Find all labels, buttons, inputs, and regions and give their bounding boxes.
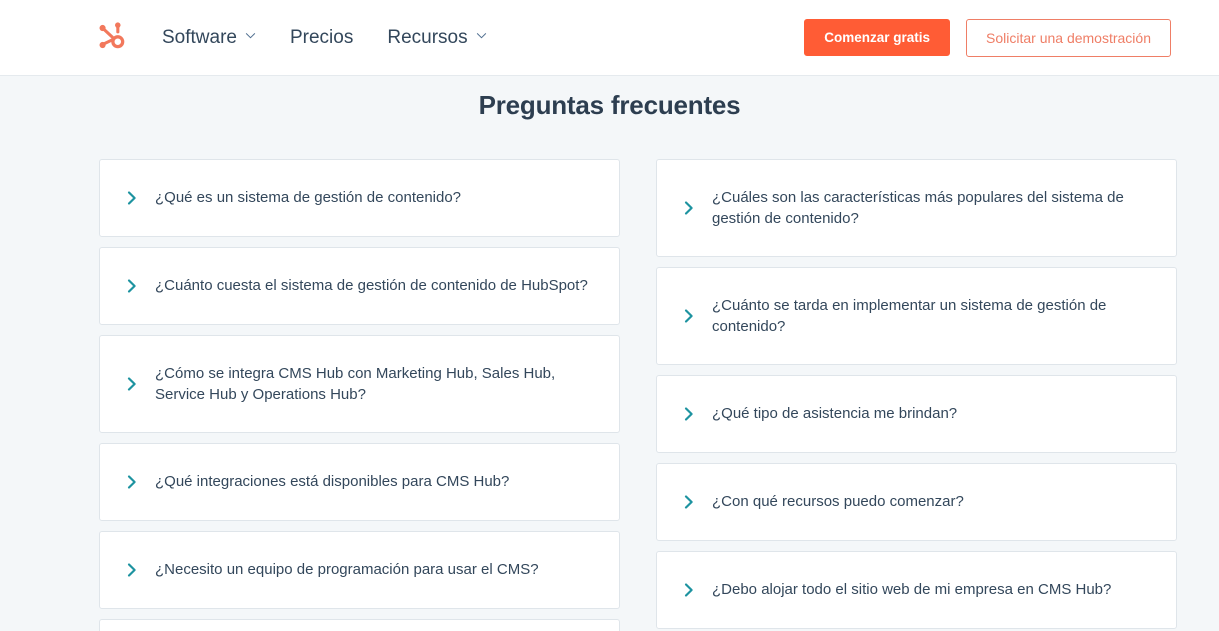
faq-item[interactable]: ¿Cuánto cuesta el sistema de gestión de … — [99, 247, 620, 325]
nav-item-recursos[interactable]: Recursos — [387, 28, 486, 47]
site-header: Software Precios Recursos Comenzar grati… — [0, 0, 1219, 76]
chevron-right-icon — [681, 200, 697, 216]
faq-item[interactable]: ¿Qué es un sistema de gestión de conteni… — [99, 159, 620, 237]
faq-columns: ¿Qué es un sistema de gestión de conteni… — [0, 121, 1219, 631]
faq-column-left: ¿Qué es un sistema de gestión de conteni… — [99, 159, 620, 631]
nav-item-software[interactable]: Software — [162, 28, 256, 47]
nav-item-precios-label: Precios — [289, 27, 354, 48]
nav-item-precios[interactable]: Precios — [290, 28, 353, 47]
faq-item[interactable]: ¿Necesito un equipo de programación para… — [99, 531, 620, 609]
faq-column-right: ¿Cuáles son las características más popu… — [656, 159, 1177, 631]
faq-item[interactable]: ¿Cuánto se tarda en implementar un siste… — [656, 267, 1177, 365]
faq-item[interactable]: ¿Cómo se integra CMS Hub con Marketing H… — [99, 335, 620, 433]
chevron-right-icon — [124, 190, 140, 206]
faq-question-text: ¿Cuáles son las características más popu… — [712, 188, 1124, 227]
faq-question-text: ¿Cuánto se tarda en implementar un siste… — [712, 296, 1107, 335]
main-navigation: Software Precios Recursos — [162, 28, 487, 47]
chevron-right-icon — [124, 376, 140, 392]
chevron-right-icon — [124, 278, 140, 294]
faq-question-text: ¿Qué integraciones está disponibles para… — [155, 473, 510, 491]
faq-item[interactable]: ¿Qué tipo de asistencia me brindan? — [656, 375, 1177, 453]
faq-item[interactable]: ¿Cuáles son las características más popu… — [656, 159, 1177, 257]
faq-question-text: ¿Debo alojar todo el sitio web de mi emp… — [712, 581, 1112, 599]
chevron-down-icon — [245, 30, 256, 41]
chevron-right-icon — [681, 494, 697, 510]
faq-question-text: ¿Cuánto cuesta el sistema de gestión de … — [155, 277, 588, 295]
faq-question-text: ¿Con qué recursos puedo comenzar? — [712, 493, 964, 511]
chevron-right-icon — [681, 582, 697, 598]
chevron-right-icon — [124, 562, 140, 578]
faq-question-text: ¿Qué tipo de asistencia me brindan? — [712, 405, 958, 423]
faq-question-text: ¿Cómo se integra CMS Hub con Marketing H… — [155, 364, 556, 403]
chevron-right-icon — [681, 406, 697, 422]
nav-item-software-label: Software — [162, 27, 237, 48]
faq-question-text: ¿Necesito un equipo de programación para… — [155, 561, 539, 579]
faq-question-text: ¿Qué es un sistema de gestión de conteni… — [155, 189, 462, 207]
solicitar-demostracion-button[interactable]: Solicitar una demostración — [966, 18, 1171, 57]
faq-item[interactable]: ¿Qué integraciones está disponibles para… — [99, 443, 620, 521]
hubspot-sprocket-logo[interactable] — [96, 21, 130, 55]
faq-section: Preguntas frecuentes ¿Qué es un sistema … — [0, 76, 1219, 631]
chevron-right-icon — [681, 308, 697, 324]
faq-item[interactable]: ¿Debo alojar todo el sitio web de mi emp… — [656, 551, 1177, 629]
page-title: Preguntas frecuentes — [478, 90, 741, 120]
comenzar-gratis-button[interactable]: Comenzar gratis — [804, 18, 951, 57]
faq-item[interactable] — [99, 619, 620, 631]
chevron-down-icon — [476, 30, 487, 41]
chevron-right-icon — [124, 474, 140, 490]
faq-item[interactable]: ¿Con qué recursos puedo comenzar? — [656, 463, 1177, 541]
nav-item-recursos-label: Recursos — [387, 27, 468, 48]
header-actions: Comenzar gratis Solicitar una demostraci… — [804, 18, 1171, 57]
